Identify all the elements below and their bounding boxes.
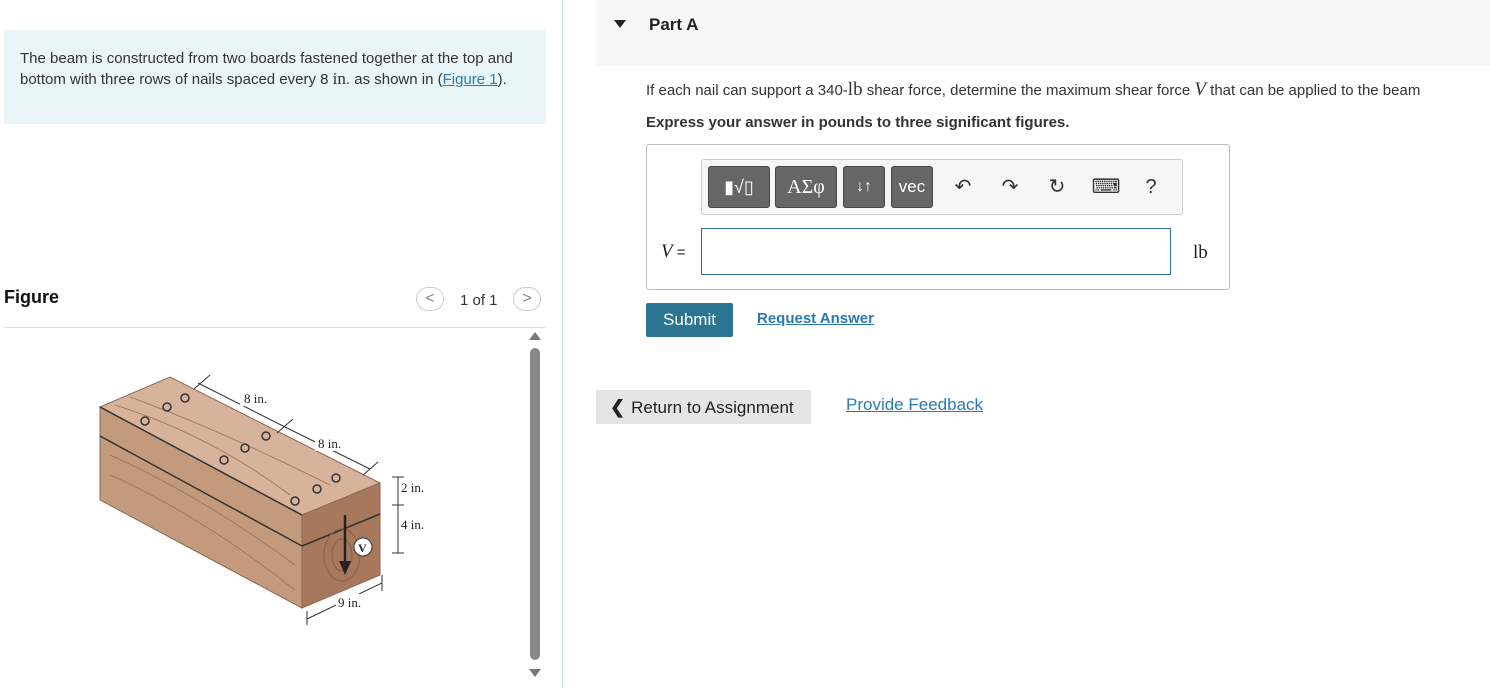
previous-figure-button[interactable]: < xyxy=(416,287,444,311)
templates-button[interactable]: ▮√▯ xyxy=(708,166,770,208)
problem-unit: in xyxy=(332,69,346,88)
answer-variable: V xyxy=(661,241,673,262)
dimension-tick xyxy=(193,374,211,390)
greek-symbols-button[interactable]: ΑΣφ xyxy=(775,166,837,208)
reset-icon[interactable]: ↻ xyxy=(1042,168,1072,206)
figure-link-close: ). xyxy=(497,71,507,88)
answer-box: ▮√▯ ΑΣφ ↓↑ vec ↶ ↷ ↻ ⌨ ? V = lb xyxy=(646,144,1230,290)
height-label-top: 2 in. xyxy=(401,480,424,495)
problem-statement: The beam is constructed from two boards … xyxy=(4,30,546,124)
answer-variable-label: V = xyxy=(661,241,686,263)
figure-header: Figure < 1 of 1 > xyxy=(4,285,546,328)
math-toolbar: ▮√▯ ΑΣφ ↓↑ vec ↶ ↷ ↻ ⌨ ? xyxy=(701,159,1183,215)
panel-divider xyxy=(562,0,563,688)
question-part-2: shear force, determine the maximum shear… xyxy=(862,82,1195,99)
figure-scrollbar[interactable] xyxy=(529,332,541,680)
question-unit: lb xyxy=(847,79,863,100)
question-part-1: If each nail can support a 340- xyxy=(646,82,848,99)
answer-input[interactable] xyxy=(701,228,1171,275)
width-label: 9 in. xyxy=(338,595,361,610)
problem-text-after: . as shown in xyxy=(345,71,434,88)
figure-page-count: 1 of 1 xyxy=(460,292,498,309)
keyboard-icon[interactable]: ⌨ xyxy=(1088,168,1124,206)
submit-button[interactable]: Submit xyxy=(646,303,733,337)
scroll-up-icon[interactable] xyxy=(529,332,541,340)
answer-instruction: Express your answer in pounds to three s… xyxy=(646,114,1070,131)
dimension-tick xyxy=(362,461,379,476)
spacing-label-1: 8 in. xyxy=(244,391,267,406)
dimension-tick xyxy=(276,418,294,434)
scrollbar-thumb[interactable] xyxy=(530,348,540,660)
arrows-button[interactable]: ↓↑ xyxy=(843,166,885,208)
provide-feedback-link[interactable]: Provide Feedback xyxy=(846,395,983,415)
part-header[interactable]: Part A xyxy=(596,0,1490,66)
beam-diagram: 8 in. 8 in. 2 in. 4 in. 9 in. V xyxy=(98,374,424,627)
part-title: Part A xyxy=(649,15,699,34)
return-label: Return to Assignment xyxy=(631,398,794,417)
question-text: If each nail can support a 340-lb shear … xyxy=(646,79,1420,101)
scroll-down-icon[interactable] xyxy=(529,669,541,677)
figure-title: Figure xyxy=(4,287,60,307)
return-to-assignment-button[interactable]: ❮ Return to Assignment xyxy=(596,390,811,424)
question-part-3: that can be applied to the beam xyxy=(1206,82,1421,99)
help-icon[interactable]: ? xyxy=(1136,168,1166,206)
force-label: V xyxy=(358,541,367,555)
height-label-bottom: 4 in. xyxy=(401,517,424,532)
beam-figure: 8 in. 8 in. 2 in. 4 in. 9 in. V xyxy=(90,365,450,627)
vector-button[interactable]: vec xyxy=(891,166,933,208)
question-variable: V xyxy=(1194,79,1206,100)
spacing-label-2: 8 in. xyxy=(318,436,341,451)
figure-link[interactable]: Figure 1 xyxy=(443,71,498,88)
answer-unit: lb xyxy=(1193,242,1208,263)
answer-equals: = xyxy=(672,244,686,261)
collapse-triangle-icon[interactable] xyxy=(614,20,626,28)
chevron-left-icon: ❮ xyxy=(610,397,626,417)
redo-icon[interactable]: ↷ xyxy=(995,168,1025,206)
undo-icon[interactable]: ↶ xyxy=(948,168,978,206)
next-figure-button[interactable]: > xyxy=(513,287,541,311)
request-answer-link[interactable]: Request Answer xyxy=(757,310,874,327)
